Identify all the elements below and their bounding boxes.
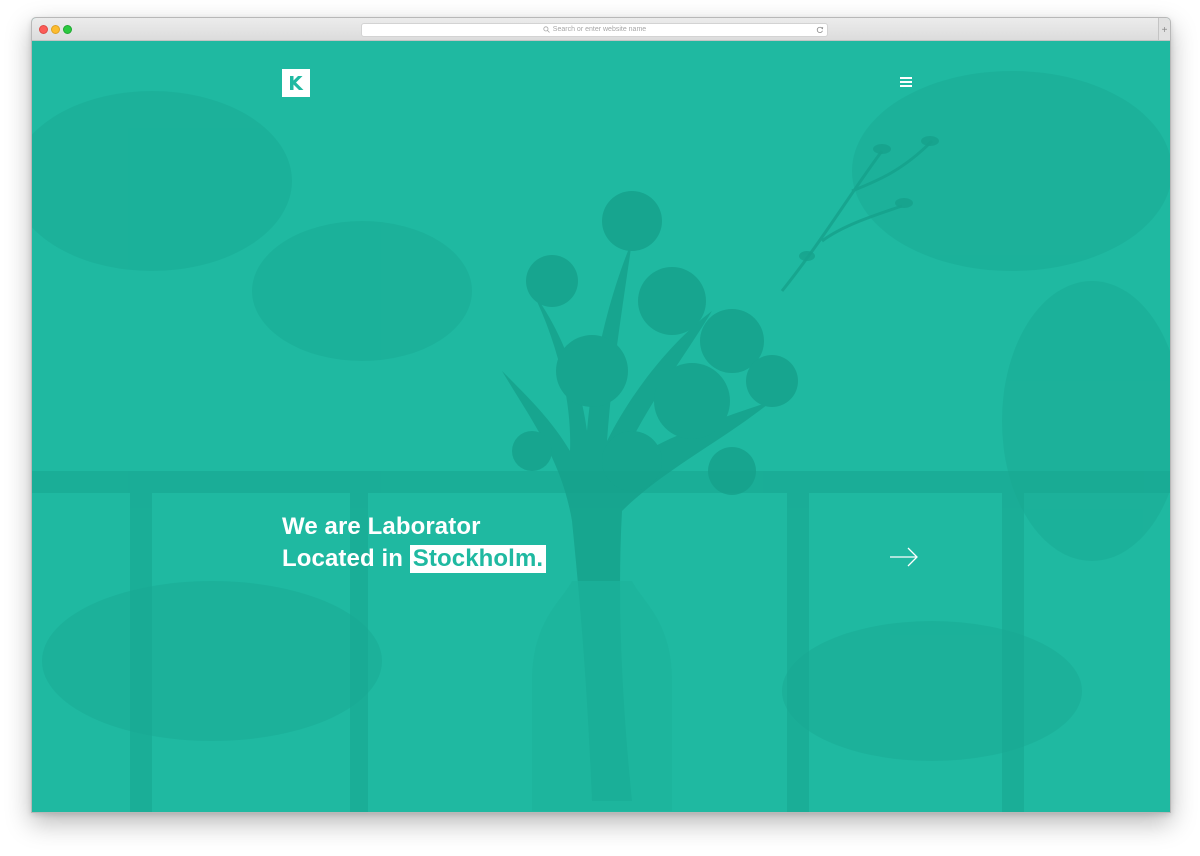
menu-line — [900, 77, 912, 79]
menu-line — [900, 81, 912, 83]
new-tab-button[interactable]: + — [1158, 18, 1170, 40]
minimize-window-button[interactable] — [51, 25, 60, 34]
background-photo — [32, 41, 1170, 812]
hamburger-menu-icon[interactable] — [899, 75, 915, 89]
close-window-button[interactable] — [39, 25, 48, 34]
headline-line-2: Located in Stockholm. — [282, 543, 547, 575]
address-placeholder: Search or enter website name — [552, 26, 647, 33]
site-logo[interactable] — [282, 69, 310, 97]
browser-window: Search or enter website name + We are La… — [31, 17, 1171, 813]
headline-location-prefix: Located in — [282, 545, 404, 572]
headline-city-highlight: Stockholm. — [409, 545, 547, 573]
address-bar[interactable]: Search or enter website name — [361, 23, 828, 37]
reload-icon[interactable] — [816, 26, 824, 34]
k-logo-icon — [290, 76, 304, 90]
maximize-window-button[interactable] — [63, 25, 72, 34]
browser-toolbar: Search or enter website name + — [32, 18, 1170, 41]
headline-line-1: We are Laborator — [282, 513, 481, 540]
search-icon — [543, 26, 550, 33]
menu-line — [900, 85, 912, 87]
hero-section: We are Laborator Located in Stockholm. — [32, 41, 1170, 812]
hero-headline: We are Laborator Located in Stockholm. — [282, 511, 547, 575]
next-slide-button[interactable] — [889, 546, 919, 568]
arrow-right-icon — [890, 547, 918, 567]
